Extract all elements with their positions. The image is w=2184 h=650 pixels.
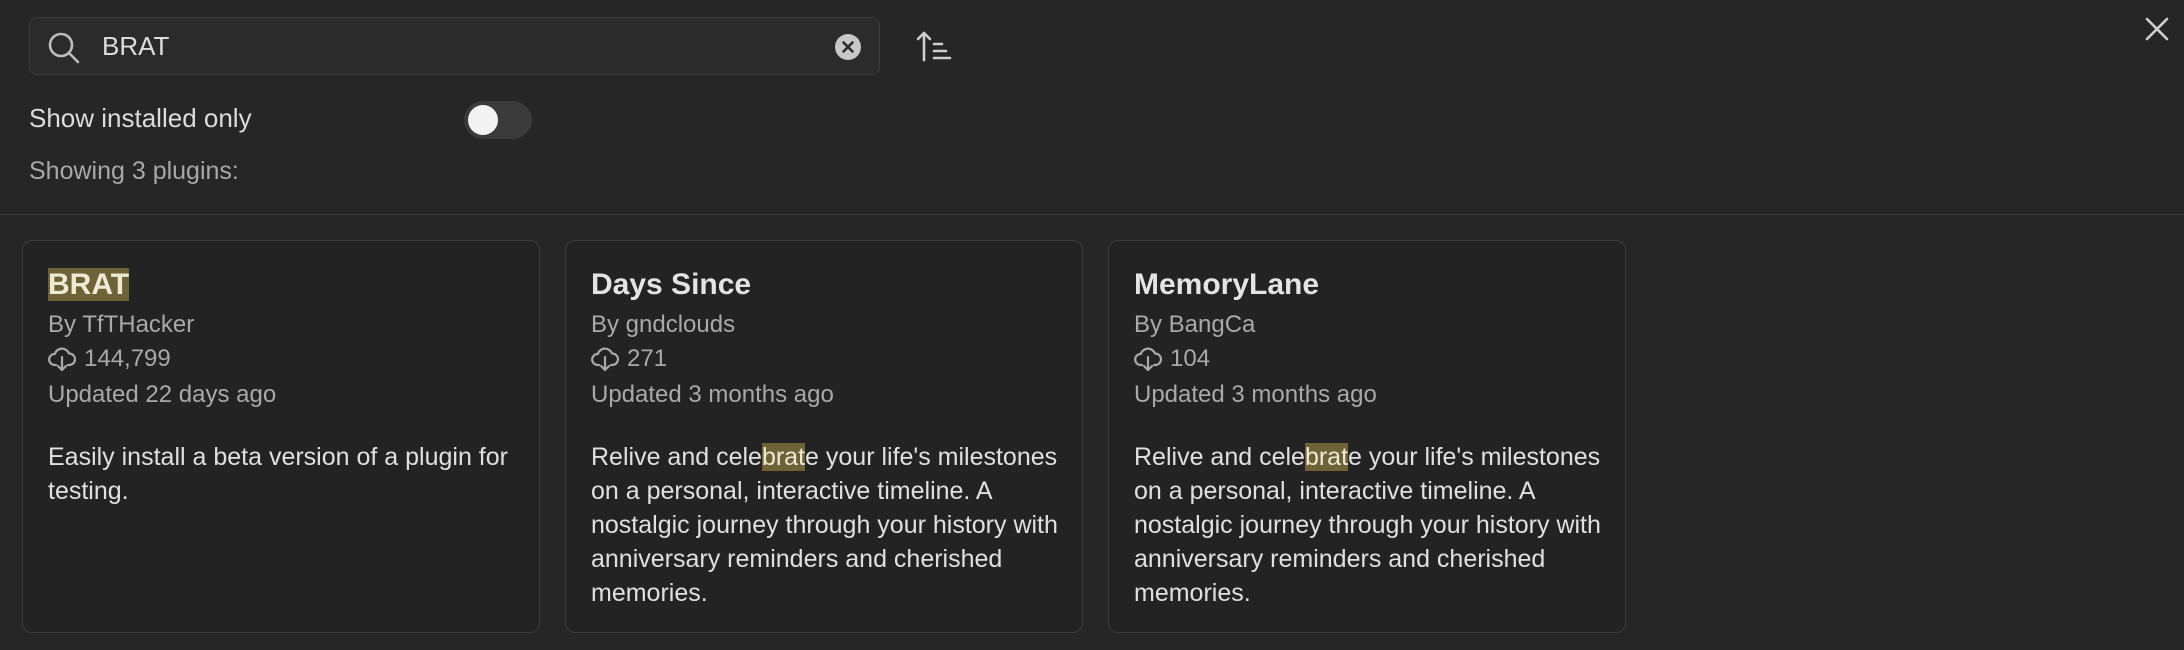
plugin-card-brat[interactable]: BRAT By TfTHacker 144,799 Updated 22 day… [22,240,540,633]
plugin-downloads: 104 [1134,345,1210,373]
plugin-name: BRAT [48,268,130,302]
search-box[interactable] [29,17,880,75]
plugin-description: Relive and celebrate your life's milesto… [591,440,1071,610]
plugin-author: By gndclouds [591,311,736,338]
plugin-card-days-since[interactable]: Days Since By gndclouds 271 Updated 3 mo… [565,240,1083,633]
plugin-updated: Updated 22 days ago [48,381,277,408]
search-input[interactable] [102,18,802,74]
plugin-browser-header: Show installed only Showing 3 plugins: [0,0,2184,215]
clear-search-icon[interactable] [835,34,861,60]
toggle-knob [468,105,498,135]
show-installed-toggle[interactable] [464,101,532,139]
plugin-name-highlight: BRAT [48,268,130,301]
plugin-author: By TfTHacker [48,311,195,338]
plugin-downloads-count: 144,799 [84,345,171,372]
show-installed-label: Show installed only [29,103,252,133]
plugin-name: Days Since [591,268,751,302]
plugin-description: Easily install a beta version of a plugi… [48,440,528,508]
close-icon[interactable] [2142,14,2172,44]
plugin-downloads-count: 104 [1170,345,1211,372]
plugin-author: By BangCa [1134,311,1256,338]
plugin-name-text: MemoryLane [1134,268,1320,301]
plugin-description-highlight: brat [1304,443,1349,471]
plugin-updated: Updated 3 months ago [1134,381,1377,408]
plugin-updated: Updated 3 months ago [591,381,834,408]
cloud-download-icon [591,347,619,372]
plugin-name-text: Days Since [591,268,752,301]
plugin-downloads: 144,799 [48,345,171,373]
cloud-download-icon [48,347,76,372]
plugin-description-text: Easily install a beta version of a plugi… [48,443,508,505]
plugin-card-memorylane[interactable]: MemoryLane By BangCa 104 Updated 3 month… [1108,240,1626,633]
plugin-description-text: Relive and cele [1134,443,1305,471]
plugin-downloads-count: 271 [627,345,668,372]
plugin-description-text: Relive and cele [591,443,762,471]
plugin-description: Relive and celebrate your life's milesto… [1134,440,1614,610]
search-icon [48,32,80,64]
plugin-downloads: 271 [591,345,667,373]
cloud-download-icon [1134,347,1162,372]
results-summary: Showing 3 plugins: [29,157,239,185]
plugin-name: MemoryLane [1134,268,1319,302]
sort-ascending-icon[interactable] [916,28,954,66]
plugin-description-highlight: brat [761,443,806,471]
